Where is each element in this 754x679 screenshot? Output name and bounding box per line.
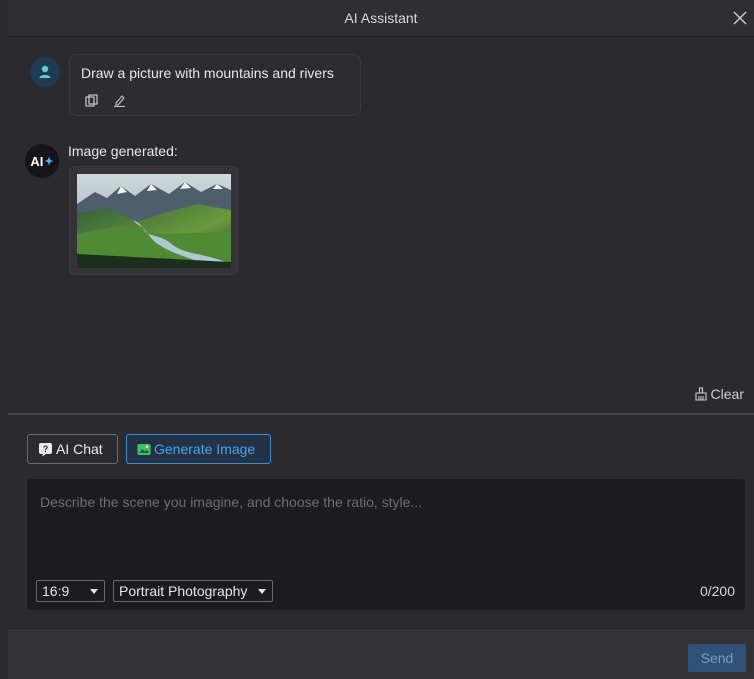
footer-bar: Send — [8, 631, 754, 679]
composer-panel: ? AI Chat Generate Image 16:9 Portrait P… — [8, 415, 754, 631]
svg-text:?: ? — [43, 444, 49, 454]
style-select[interactable]: Portrait Photography — [113, 580, 273, 602]
chat-icon: ? — [39, 442, 52, 456]
chat-area: Draw a picture with mountains and rivers — [8, 37, 754, 411]
ai-response-label: Image generated: — [68, 143, 178, 159]
ai-chat-label: AI Chat — [56, 441, 103, 457]
chevron-down-icon — [258, 588, 266, 594]
message-actions — [83, 92, 127, 108]
close-button[interactable] — [728, 6, 752, 30]
close-icon — [733, 11, 747, 25]
window-title: AI Assistant — [344, 10, 418, 26]
generate-image-mode-button[interactable]: Generate Image — [126, 434, 271, 464]
edit-button[interactable] — [111, 92, 127, 108]
generated-image[interactable] — [77, 174, 231, 268]
send-button[interactable]: Send — [688, 644, 746, 672]
ai-assistant-window: AI Assistant Draw a picture with mountai… — [8, 0, 754, 679]
ratio-value: 16:9 — [42, 583, 70, 599]
generate-image-label: Generate Image — [154, 441, 256, 457]
edit-icon — [113, 94, 125, 107]
character-counter: 0/200 — [699, 583, 735, 599]
clear-button[interactable]: Clear — [694, 386, 744, 402]
style-value: Portrait Photography — [119, 583, 248, 599]
clear-label: Clear — [710, 386, 744, 402]
copy-icon — [84, 93, 98, 107]
ai-chat-mode-button[interactable]: ? AI Chat — [27, 434, 118, 464]
user-message-bubble: Draw a picture with mountains and rivers — [69, 54, 361, 116]
generated-image-card[interactable] — [69, 166, 238, 275]
user-icon — [39, 65, 51, 78]
prompt-input[interactable] — [27, 479, 745, 569]
prompt-input-container: 16:9 Portrait Photography 0/200 — [27, 479, 745, 610]
user-message-text: Draw a picture with mountains and rivers — [81, 65, 334, 81]
broom-icon — [694, 387, 707, 401]
image-icon — [137, 443, 151, 455]
user-avatar — [30, 57, 60, 87]
sparkle-icon: ✦ — [44, 155, 54, 168]
chevron-down-icon — [90, 588, 98, 594]
copy-button[interactable] — [83, 92, 99, 108]
ai-avatar-text: AI — [30, 153, 44, 169]
title-bar: AI Assistant — [8, 0, 754, 37]
ratio-select[interactable]: 16:9 — [36, 580, 105, 602]
ai-avatar: AI ✦ — [25, 144, 59, 178]
